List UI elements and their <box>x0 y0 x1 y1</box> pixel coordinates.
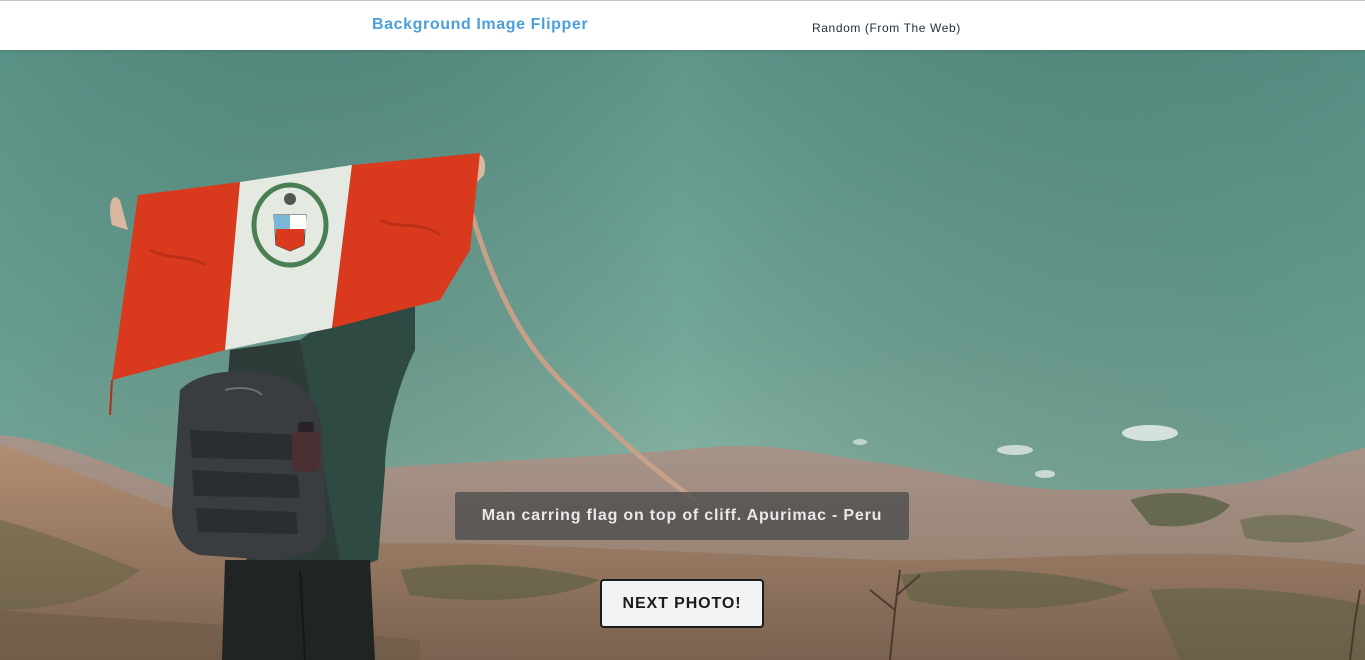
next-photo-button[interactable]: NEXT PHOTO! <box>600 579 764 628</box>
photo-caption: Man carring flag on top of cliff. Apurim… <box>455 492 909 540</box>
nav-link-random[interactable]: Random (From The Web) <box>812 21 961 35</box>
brand-link[interactable]: Background Image Flipper <box>372 16 588 34</box>
navbar: Background Image Flipper Random (From Th… <box>0 1 1365 50</box>
background-photo <box>0 50 1365 660</box>
